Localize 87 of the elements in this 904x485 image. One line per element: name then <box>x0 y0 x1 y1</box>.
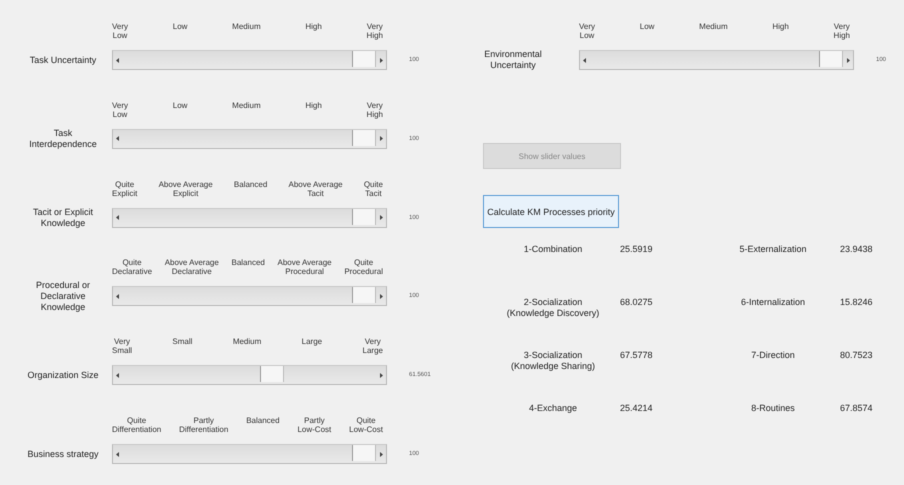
process-name: 8-Routines <box>750 403 796 414</box>
slider-label: Tacit or Explicit Knowledge <box>32 206 94 229</box>
slider-label: Task Interdependence <box>28 128 98 150</box>
process-value: 67.5778 <box>620 350 654 360</box>
tick-label: Very Large <box>362 337 383 356</box>
slider-thumb[interactable] <box>819 51 843 67</box>
process-value: 68.0275 <box>620 297 654 307</box>
right-arrow-icon[interactable] <box>847 58 850 62</box>
slider-track[interactable] <box>112 208 387 228</box>
right-arrow-icon[interactable] <box>380 372 383 378</box>
tick-label: Balanced <box>246 416 280 426</box>
left-arrow-icon[interactable] <box>116 136 119 142</box>
tick-label: Very High <box>366 100 383 119</box>
tick-label: Very Low <box>112 100 128 119</box>
tick-label: Partly Low-Cost <box>297 416 332 434</box>
tick-label: Low <box>172 100 188 110</box>
tick-label: Quite Declarative <box>112 258 152 276</box>
tick-label: Large <box>302 337 322 346</box>
slider-label: Task Uncertainty <box>28 54 98 66</box>
process-value: 23.9438 <box>840 244 874 254</box>
tick-label: Quite Explicit <box>112 180 138 198</box>
process-name: 6-Internalization <box>740 297 806 308</box>
slider-track[interactable] <box>112 365 387 386</box>
right-arrow-icon[interactable] <box>380 452 383 457</box>
tick-label: Medium <box>699 22 728 31</box>
tick-label: Quite Low-Cost <box>349 416 383 434</box>
slider-thumb[interactable] <box>352 287 376 304</box>
tick-label: Balanced <box>234 180 268 189</box>
slider-thumb[interactable] <box>352 51 376 67</box>
tick-label: Small <box>172 337 192 346</box>
tick-label: Very Low <box>579 22 596 40</box>
slider-track[interactable] <box>112 128 387 149</box>
process-name: 3-Socialization (Knowledge Sharing) <box>510 350 596 372</box>
slider-track[interactable] <box>112 444 387 464</box>
slider-track[interactable] <box>112 286 387 306</box>
tick-label: High <box>305 22 322 31</box>
slider-thumb[interactable] <box>352 208 376 225</box>
process-name: 1-Combination <box>522 244 584 255</box>
left-arrow-icon[interactable] <box>116 58 119 62</box>
right-arrow-icon[interactable] <box>380 215 383 220</box>
tick-label: Medium <box>232 337 262 346</box>
tick-label: Medium <box>232 100 261 110</box>
tick-label: Above Average Declarative <box>164 258 219 276</box>
tick-label: Very High <box>834 22 850 40</box>
tick-label: Above Average Procedural <box>278 258 332 276</box>
right-arrow-icon[interactable] <box>380 136 383 142</box>
slider-track[interactable] <box>112 50 387 70</box>
left-arrow-icon[interactable] <box>583 58 586 62</box>
calculate-button[interactable]: Calculate KM Processes priority <box>483 195 619 228</box>
tick-label: Very Small <box>112 337 132 356</box>
tick-label: Above Average Tacit <box>288 180 343 198</box>
tick-label: Quite Differentiation <box>112 416 162 434</box>
tick-label: Low <box>640 22 654 31</box>
process-name: 4-Exchange <box>528 403 578 414</box>
left-arrow-icon[interactable] <box>116 294 119 299</box>
tick-label: Balanced <box>231 258 265 268</box>
tick-label: Quite Procedural <box>344 258 383 276</box>
slider-label: Business strategy <box>26 448 100 460</box>
tick-label: Quite Tacit <box>364 180 383 198</box>
right-arrow-icon[interactable] <box>380 58 383 62</box>
left-arrow-icon[interactable] <box>116 372 119 378</box>
tick-label: Medium <box>232 22 261 31</box>
tick-label: Low <box>172 22 188 31</box>
slider-thumb[interactable] <box>352 130 376 146</box>
tick-label: Partly Differentiation <box>179 416 228 434</box>
tick-label: Above Average Explicit <box>158 180 213 198</box>
slider-track[interactable] <box>579 50 854 70</box>
process-value: 67.8574 <box>840 403 874 413</box>
tick-label: High <box>772 22 789 31</box>
left-arrow-icon[interactable] <box>116 215 119 220</box>
process-name: 7-Direction <box>750 350 796 361</box>
slider-label: Organization Size <box>26 370 100 381</box>
process-name: 5-Externalization <box>738 244 808 255</box>
slider-label: Procedural or Declarative Knowledge <box>34 280 92 313</box>
right-arrow-icon[interactable] <box>380 294 383 299</box>
slider-label: Environmental Uncertainty <box>483 49 543 71</box>
slider-thumb[interactable] <box>260 366 284 382</box>
left-arrow-icon[interactable] <box>116 452 119 457</box>
tick-label: High <box>305 100 322 110</box>
process-value: 15.8246 <box>840 297 874 307</box>
process-value: 80.7523 <box>840 350 874 360</box>
slider-thumb[interactable] <box>352 445 376 462</box>
tick-label: Very Low <box>112 22 128 40</box>
process-name: 2-Socialization (Knowledge Discovery) <box>506 297 600 319</box>
tick-label: Very High <box>366 22 383 40</box>
process-value: 25.5919 <box>620 244 654 254</box>
process-value: 25.4214 <box>620 403 654 413</box>
